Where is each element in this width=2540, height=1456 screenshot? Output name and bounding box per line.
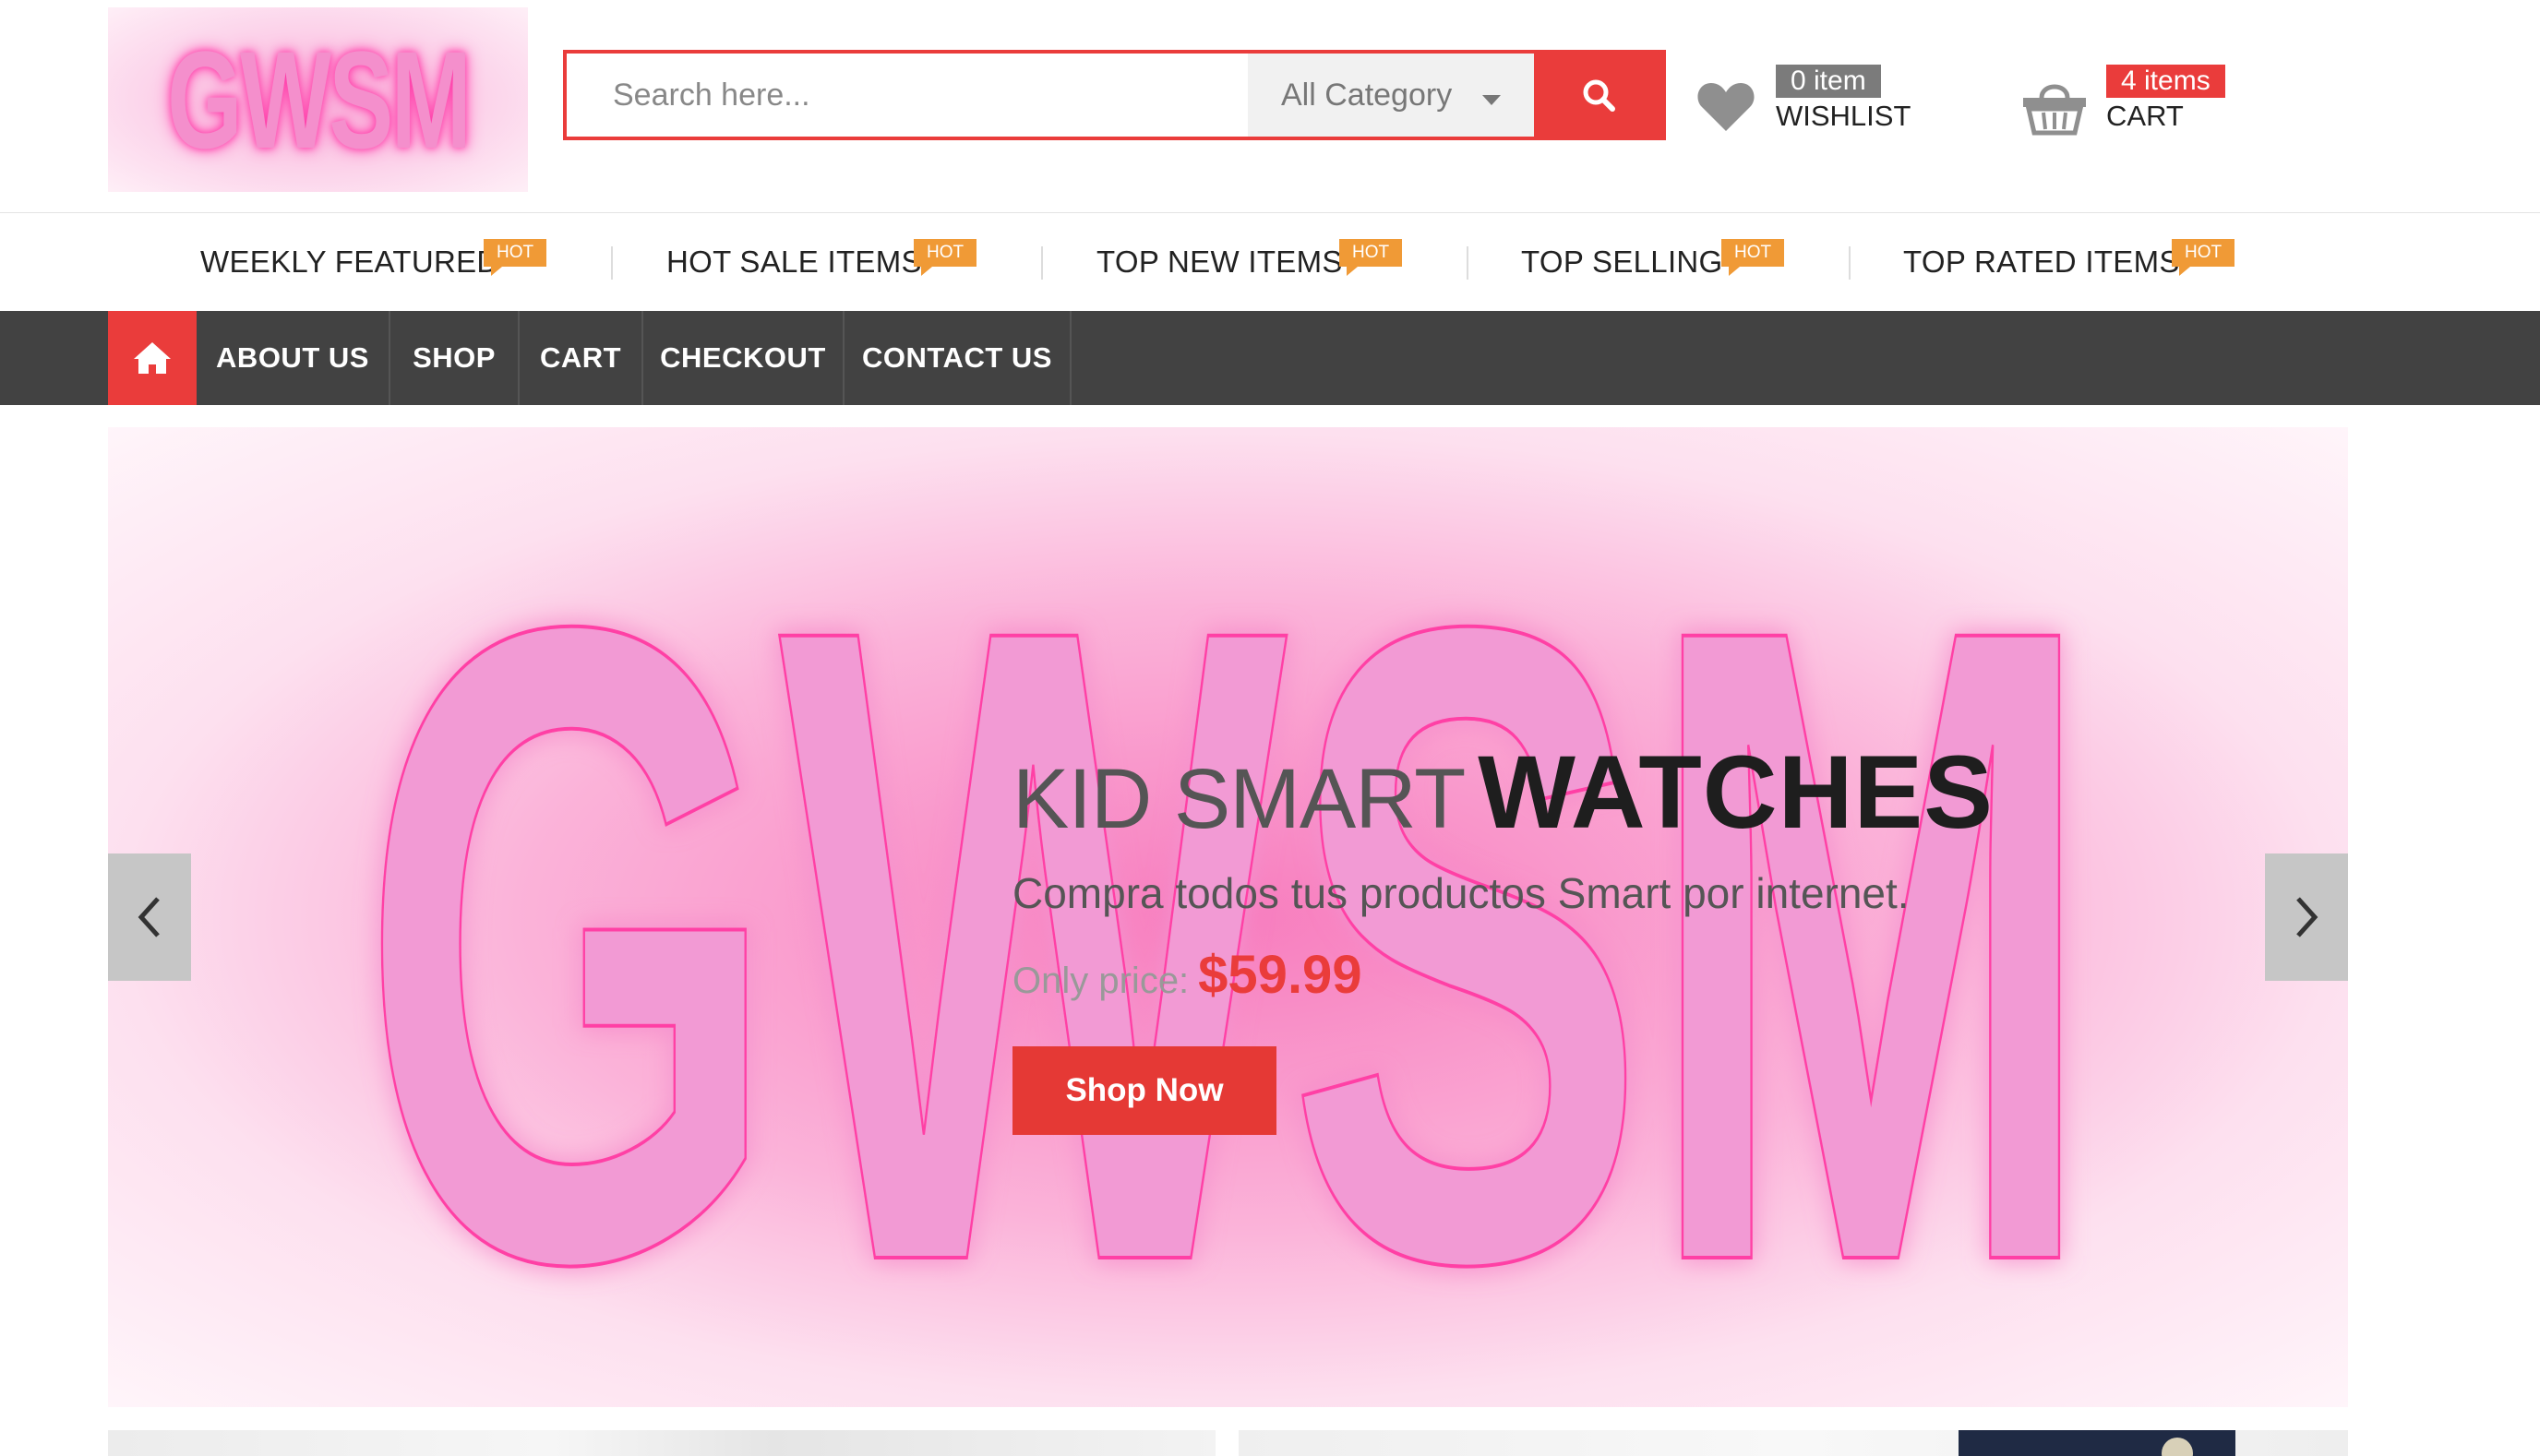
hot-link-divider [1041, 246, 1043, 280]
home-button[interactable] [108, 311, 197, 405]
caret-down-icon [1482, 95, 1501, 105]
cart-count-badge: 4 items [2106, 65, 2225, 98]
nav-item-contact-us[interactable]: CONTACT US [845, 311, 1072, 405]
wishlist-label: WISHLIST [1776, 100, 1911, 132]
promo-image [1959, 1430, 2235, 1456]
hot-link-top-new-items[interactable]: TOP NEW ITEMS [1096, 213, 1343, 310]
hot-tag-badge: HOT [1721, 239, 1785, 276]
hot-link-label: HOT SALE ITEMS [666, 244, 922, 279]
hot-tag-badge: HOT [2172, 239, 2235, 276]
hot-links-bar: WEEKLY FEATURED HOT HOT SALE ITEMS HOT T… [0, 213, 2540, 310]
wishlist-link[interactable]: 0 item WISHLIST [1696, 63, 1918, 146]
hot-tag-badge: HOT [1339, 239, 1403, 276]
promo-banner-right[interactable] [1239, 1430, 2348, 1456]
logo-text: GWSM [166, 22, 472, 177]
hot-link-label: TOP RATED ITEMS [1903, 244, 2180, 279]
search-input[interactable] [567, 54, 1248, 137]
site-logo[interactable]: GWSM [108, 7, 528, 192]
hot-link-divider [1849, 246, 1851, 280]
promo-banner-left[interactable] [108, 1430, 1216, 1456]
hot-link-divider [611, 246, 613, 280]
nav-item-shop[interactable]: SHOP [390, 311, 520, 405]
hot-link-label: TOP NEW ITEMS [1096, 244, 1343, 279]
category-select-value: All Category [1281, 77, 1453, 113]
search-bar: All Category [563, 50, 1666, 140]
search-icon [1583, 79, 1615, 112]
shop-now-button[interactable]: Shop Now [1012, 1046, 1276, 1135]
basket-icon [2023, 84, 2086, 136]
hero-slider: GWSM KID SMART WATCHES Compra todos tus p… [108, 427, 2348, 1407]
hot-link-hot-sale-items[interactable]: HOT SALE ITEMS [666, 213, 922, 310]
main-nav: ABOUT US SHOP CART CHECKOUT CONTACT US [0, 311, 2540, 405]
nav-item-cart[interactable]: CART [520, 311, 643, 405]
hero-title-bold: WATCHES [1478, 734, 1994, 850]
heart-icon [1697, 83, 1755, 131]
hero-price-label: Only price: [1012, 961, 1190, 1001]
hero-title: KID SMART WATCHES [1012, 741, 2212, 844]
hot-tag-badge: HOT [914, 239, 977, 276]
chevron-right-icon [2296, 897, 2318, 937]
category-select[interactable]: All Category [1248, 54, 1534, 137]
cart-link[interactable]: 4 items CART [2021, 63, 2261, 146]
site-header: GWSM All Category 0 item WISHLIST [0, 0, 2540, 213]
hot-link-top-selling[interactable]: TOP SELLING [1521, 213, 1723, 310]
hot-link-label: WEEKLY FEATURED [200, 244, 499, 279]
hot-link-divider [1467, 246, 1468, 280]
hero-price: Only price: $59.99 [1012, 944, 2212, 1006]
cart-label: CART [2106, 100, 2184, 132]
slider-prev-button[interactable] [108, 853, 191, 981]
hot-tag-badge: HOT [484, 239, 547, 276]
home-icon [134, 342, 171, 374]
hot-link-top-rated-items[interactable]: TOP RATED ITEMS [1903, 213, 2180, 310]
hot-link-weekly-featured[interactable]: WEEKLY FEATURED [200, 213, 499, 310]
hero-content: KID SMART WATCHES Compra todos tus produc… [1012, 741, 2212, 1135]
search-button[interactable] [1534, 54, 1662, 137]
nav-item-checkout[interactable]: CHECKOUT [643, 311, 845, 405]
nav-item-about-us[interactable]: ABOUT US [197, 311, 390, 405]
slider-next-button[interactable] [2265, 853, 2348, 981]
wishlist-count-badge: 0 item [1776, 65, 1881, 98]
hero-subtitle: Compra todos tus productos Smart por int… [1012, 869, 1910, 917]
hot-link-label: TOP SELLING [1521, 244, 1723, 279]
chevron-left-icon [138, 897, 160, 937]
hero-title-light: KID SMART [1012, 752, 1466, 846]
hero-price-value: $59.99 [1198, 945, 1362, 1005]
